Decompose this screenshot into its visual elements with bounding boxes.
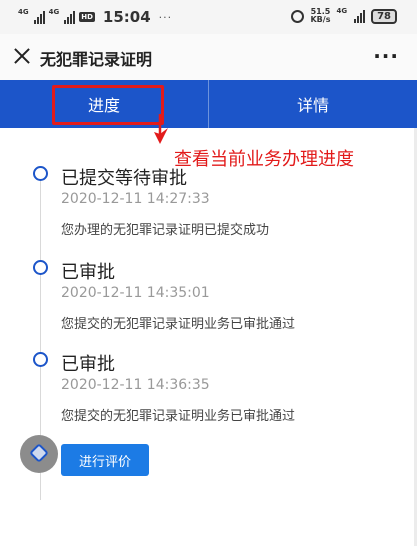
page-title: 无犯罪记录证明 bbox=[40, 50, 153, 69]
step-time: 2020-12-11 14:35:01 bbox=[61, 285, 210, 301]
more-icon[interactable]: ··· bbox=[373, 44, 399, 68]
status-bar: 4G 4G HD 15:04 ··· 51.5 KB/s 4G 78 bbox=[0, 0, 417, 34]
step-title: 已提交等待审批 bbox=[61, 168, 187, 189]
step-title: 已审批 bbox=[61, 354, 115, 375]
annotation-text: 查看当前业务办理进度 bbox=[174, 149, 354, 170]
title-bar: 无犯罪记录证明 ··· bbox=[0, 34, 417, 80]
evaluate-button[interactable]: 进行评价 bbox=[61, 444, 149, 476]
alarm-icon bbox=[291, 9, 305, 23]
status-time: 15:04 bbox=[102, 8, 151, 26]
annotation-arrow-icon bbox=[154, 114, 168, 144]
signal-label-1: 4G bbox=[18, 7, 29, 16]
status-left: 4G 4G HD 15:04 ··· bbox=[18, 8, 172, 26]
net-type: 4G bbox=[336, 6, 348, 15]
status-right: 51.5 KB/s 4G 78 bbox=[291, 6, 397, 24]
net-speed-unit: KB/s bbox=[310, 15, 331, 24]
tab-details[interactable]: 详情 bbox=[209, 80, 417, 128]
step-desc: 您办理的无犯罪记录证明已提交成功 bbox=[61, 223, 270, 238]
close-icon[interactable] bbox=[14, 48, 30, 64]
signal-icon-2 bbox=[64, 10, 76, 24]
net-speed: 51.5 KB/s bbox=[310, 8, 330, 24]
notification-dots: ··· bbox=[158, 10, 173, 24]
signal-label-2: 4G bbox=[48, 7, 60, 16]
step-title: 已审批 bbox=[61, 262, 115, 283]
signal-icon bbox=[33, 10, 45, 24]
timeline-dot bbox=[33, 352, 48, 367]
timeline-dot bbox=[33, 166, 48, 181]
step-time: 2020-12-11 14:36:35 bbox=[61, 377, 210, 393]
hd-icon: HD bbox=[79, 12, 95, 22]
touch-indicator bbox=[20, 435, 58, 473]
timeline-diamond-icon bbox=[29, 443, 49, 463]
step-desc: 您提交的无犯罪记录证明业务已审批通过 bbox=[61, 317, 296, 332]
step-time: 2020-12-11 14:27:33 bbox=[61, 191, 210, 207]
signal-icon-3 bbox=[354, 9, 366, 23]
step-desc: 您提交的无犯罪记录证明业务已审批通过 bbox=[61, 409, 296, 424]
battery-icon: 78 bbox=[371, 8, 397, 24]
timeline-dot bbox=[33, 260, 48, 275]
